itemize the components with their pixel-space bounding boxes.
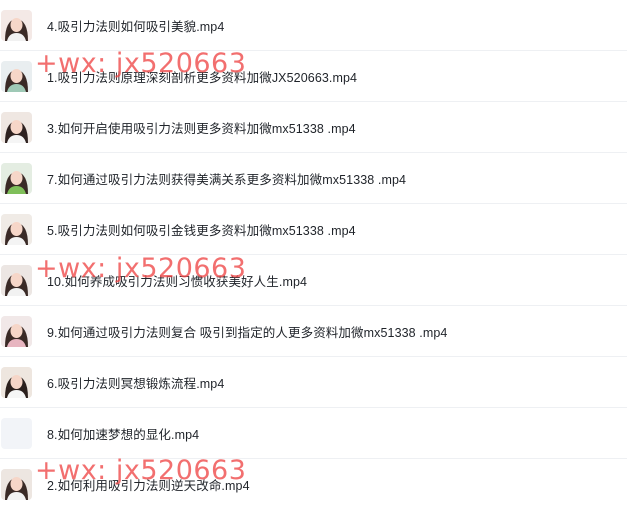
video-thumbnail [1,9,32,41]
file-row[interactable]: 4.吸引力法则如何吸引美貌.mp4 [0,0,627,51]
video-thumbnail [1,366,32,398]
file-row[interactable]: 3.如何开启使用吸引力法则更多资料加微mx51338 .mp4 [0,102,627,153]
file-name: 3.如何开启使用吸引力法则更多资料加微mx51338 .mp4 [47,121,356,136]
video-thumbnail [1,213,32,245]
file-row[interactable]: 1.吸引力法则原理深刻剖析更多资料加微JX520663.mp4 [0,51,627,102]
video-thumbnail [1,315,32,347]
video-thumbnail [1,264,32,296]
file-name: 8.如何加速梦想的显化.mp4 [47,427,200,442]
video-thumbnail [1,162,32,194]
file-name: 6.吸引力法则冥想锻炼流程.mp4 [47,376,225,391]
video-thumbnail [1,469,32,500]
file-row[interactable]: 7.如何通过吸引力法则获得美满关系更多资料加微mx51338 .mp4 [0,153,627,204]
file-row[interactable]: 10.如何养成吸引力法则习惯收获美好人生.mp4 [0,255,627,306]
video-thumbnail [1,60,32,92]
file-row[interactable]: 9.如何通过吸引力法则复合 吸引到指定的人更多资料加微mx51338 .mp4 [0,306,627,357]
file-row[interactable]: 5.吸引力法则如何吸引金钱更多资料加微mx51338 .mp4 [0,204,627,255]
file-name: 1.吸引力法则原理深刻剖析更多资料加微JX520663.mp4 [47,70,358,85]
video-thumbnail [1,111,32,143]
blank-thumbnail [1,417,32,449]
file-name: 10.如何养成吸引力法则习惯收获美好人生.mp4 [47,274,308,289]
file-row[interactable]: 2.如何利用吸引力法则逆天改命.mp4 [0,459,627,510]
file-name: 7.如何通过吸引力法则获得美满关系更多资料加微mx51338 .mp4 [47,172,407,187]
file-list: 4.吸引力法则如何吸引美貌.mp4 1.吸引力法则原理深刻剖析更多资料加微JX5… [0,0,627,510]
file-row[interactable]: 8.如何加速梦想的显化.mp4 [0,408,627,459]
file-name: 5.吸引力法则如何吸引金钱更多资料加微mx51338 .mp4 [47,223,356,238]
file-row[interactable]: 6.吸引力法则冥想锻炼流程.mp4 [0,357,627,408]
file-name: 2.如何利用吸引力法则逆天改命.mp4 [47,479,250,493]
file-name: 4.吸引力法则如何吸引美貌.mp4 [47,19,225,34]
file-name: 9.如何通过吸引力法则复合 吸引到指定的人更多资料加微mx51338 .mp4 [47,325,448,340]
